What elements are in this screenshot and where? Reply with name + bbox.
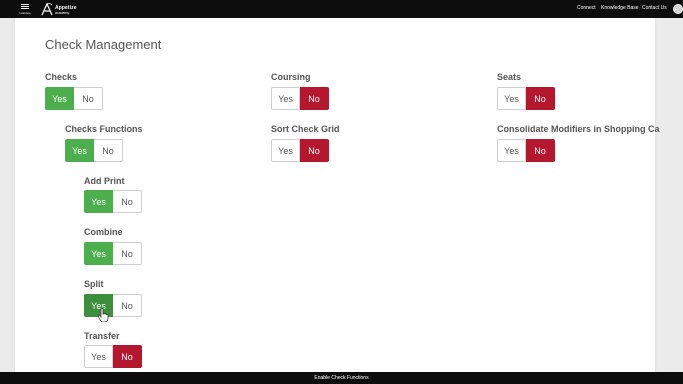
seats-no-button[interactable]: No	[526, 87, 555, 110]
checks-functions-yes-button[interactable]: Yes	[65, 139, 94, 162]
consolidate-modifiers-in-shopping-ca-label: Consolidate Modifiers in Shopping Ca	[497, 124, 660, 134]
checks-toggle: Yes No	[45, 87, 103, 110]
combine-no-button[interactable]: No	[113, 242, 142, 265]
transfer-label: Transfer	[84, 331, 120, 341]
coursing-no-button[interactable]: No	[300, 87, 329, 110]
add-print-no-button[interactable]: No	[113, 190, 142, 213]
checks-no-button[interactable]: No	[74, 87, 103, 110]
avatar[interactable]	[673, 4, 683, 14]
menu-label: Lessons	[19, 11, 31, 15]
checks-functions-no-button[interactable]: No	[94, 139, 123, 162]
add-print-toggle: Yes No	[84, 190, 142, 213]
sort-check-grid-toggle: Yes No	[271, 139, 329, 162]
consolidate-modifiers-in-shopping-ca-yes-button[interactable]: Yes	[497, 139, 526, 162]
combine-label: Combine	[84, 227, 123, 237]
coursing-toggle: Yes No	[271, 87, 329, 110]
combine-yes-button[interactable]: Yes	[84, 242, 113, 265]
appetize-academy-logo[interactable]: Appetize academy	[40, 2, 77, 16]
caption-bar: Enable Check Functions	[0, 372, 683, 384]
split-label: Split	[84, 279, 104, 289]
split-no-button[interactable]: No	[113, 294, 142, 317]
coursing-label: Coursing	[271, 72, 311, 82]
sort-check-grid-no-button[interactable]: No	[300, 139, 329, 162]
transfer-no-button[interactable]: No	[113, 345, 142, 368]
nav-link-connect[interactable]: Connect	[577, 5, 596, 11]
checks-functions-label: Checks Functions	[65, 124, 143, 134]
menu-button[interactable]: Lessons	[17, 2, 33, 16]
checks-yes-button[interactable]: Yes	[45, 87, 74, 110]
page-title: Check Management	[45, 37, 162, 52]
nav-link-contact-us[interactable]: Contact Us	[642, 5, 667, 11]
combine-toggle: Yes No	[84, 242, 142, 265]
nav-link-knowledge-base[interactable]: Knowledge Base	[601, 5, 639, 11]
split-toggle: Yes No	[84, 294, 142, 317]
hamburger-icon	[21, 4, 29, 9]
sort-check-grid-label: Sort Check Grid	[271, 124, 340, 134]
seats-toggle: Yes No	[497, 87, 555, 110]
consolidate-modifiers-in-shopping-ca-no-button[interactable]: No	[526, 139, 555, 162]
consolidate-modifiers-in-shopping-ca-toggle: Yes No	[497, 139, 555, 162]
logo-icon	[41, 2, 53, 16]
coursing-yes-button[interactable]: Yes	[271, 87, 300, 110]
logo-subtitle: academy	[55, 11, 70, 15]
sort-check-grid-yes-button[interactable]: Yes	[271, 139, 300, 162]
top-navigation-bar: Lessons Appetize academy Connect Knowled…	[0, 0, 683, 18]
split-yes-button[interactable]: Yes	[84, 294, 113, 317]
seats-label: Seats	[497, 72, 522, 82]
checks-label: Checks	[45, 72, 78, 82]
transfer-yes-button[interactable]: Yes	[84, 345, 113, 368]
add-print-label: Add Print	[84, 176, 125, 186]
checks-functions-toggle: Yes No	[65, 139, 123, 162]
add-print-yes-button[interactable]: Yes	[84, 190, 113, 213]
seats-yes-button[interactable]: Yes	[497, 87, 526, 110]
transfer-toggle: Yes No	[84, 345, 142, 368]
